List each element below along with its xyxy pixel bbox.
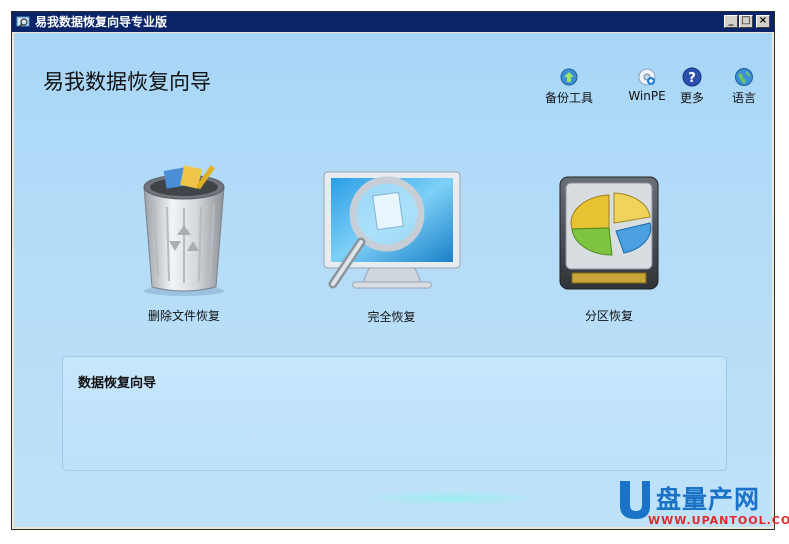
- winpe-button[interactable]: WinPE: [624, 67, 670, 103]
- hard-drive-pie-icon: [559, 176, 659, 290]
- complete-recovery-label: 完全恢复: [367, 310, 416, 324]
- more-label: 更多: [679, 91, 704, 105]
- watermark-logo: 盘量产网 WWW.UPANTOOL.COM: [612, 477, 789, 535]
- info-panel-title: 数据恢复向导: [78, 376, 157, 391]
- complete-recovery-button[interactable]: 完全恢复: [319, 166, 464, 325]
- minimize-button[interactable]: _: [724, 15, 738, 28]
- language-label: 语言: [731, 91, 756, 105]
- monitor-magnifier-icon: [323, 171, 461, 289]
- partition-recovery-button[interactable]: 分区恢复: [549, 173, 669, 324]
- partition-recovery-label: 分区恢复: [584, 309, 633, 323]
- globe-icon: [735, 68, 753, 86]
- svg-text:?: ?: [688, 71, 696, 86]
- watermark-url: WWW.UPANTOOL.COM: [648, 514, 789, 527]
- backup-tool-button[interactable]: 备份工具: [543, 67, 595, 106]
- close-button[interactable]: ×: [756, 15, 770, 28]
- winpe-icon: [638, 68, 656, 86]
- deleted-file-recovery-label: 删除文件恢复: [147, 309, 220, 323]
- info-panel: 数据恢复向导: [62, 356, 727, 471]
- title-bar[interactable]: 易我数据恢复向导专业版 _ □ ×: [12, 12, 774, 32]
- winpe-label: WinPE: [628, 89, 666, 103]
- decorative-glow: [364, 491, 539, 505]
- app-icon: [16, 16, 30, 28]
- maximize-button[interactable]: □: [739, 15, 753, 28]
- help-icon: ?: [682, 67, 702, 87]
- backup-tool-label: 备份工具: [544, 91, 593, 105]
- watermark-text: 盘量产网: [656, 485, 761, 514]
- language-button[interactable]: 语言: [728, 67, 760, 106]
- more-button[interactable]: ? 更多: [676, 67, 708, 106]
- main-content: 易我数据恢复向导 备份工具 WinPE ? 更多 语言 删除文件恢复 完全恢复 …: [14, 33, 772, 527]
- page-title: 易我数据恢复向导: [43, 70, 211, 94]
- app-window: 易我数据恢复向导专业版 _ □ × 易我数据恢复向导 备份工具 WinPE ? …: [11, 11, 775, 530]
- backup-icon: [560, 68, 578, 86]
- trash-bin-icon: [142, 165, 225, 296]
- window-title: 易我数据恢复向导专业版: [35, 15, 168, 29]
- deleted-file-recovery-button[interactable]: 删除文件恢复: [119, 159, 249, 324]
